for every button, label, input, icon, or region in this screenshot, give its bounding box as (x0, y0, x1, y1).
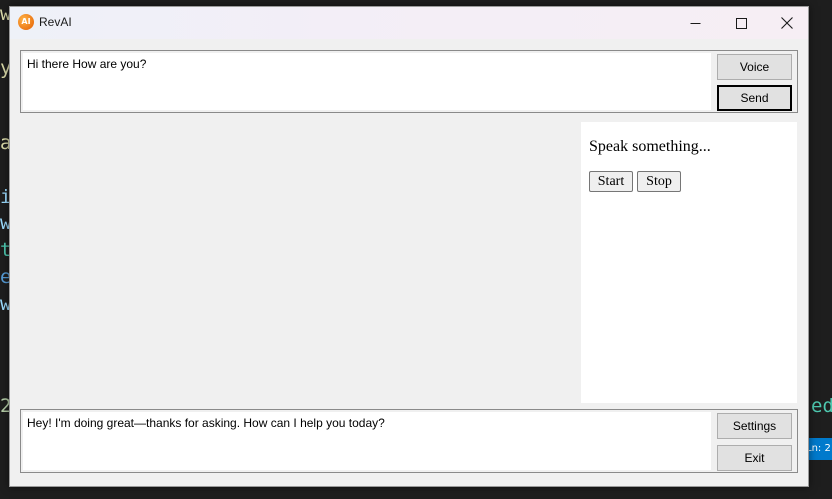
message-input[interactable]: Hi there How are you? (23, 53, 711, 110)
send-button[interactable]: Send (717, 85, 792, 111)
bg-fragment: edB (811, 395, 832, 417)
minimize-icon (690, 18, 701, 29)
stop-button[interactable]: Stop (637, 171, 681, 192)
minimize-button[interactable] (672, 7, 718, 39)
response-output[interactable]: Hey! I'm doing great—thanks for asking. … (23, 412, 711, 470)
app-window: AI RevAI Hi there How are you? Voice Sen… (9, 6, 809, 487)
close-button[interactable] (764, 7, 810, 39)
window-title: RevAI (39, 15, 72, 29)
maximize-icon (735, 17, 747, 29)
response-frame: Hey! I'm doing great—thanks for asking. … (20, 409, 798, 473)
title-bar[interactable]: AI RevAI (10, 7, 808, 39)
app-logo-icon: AI (18, 14, 34, 30)
maximize-button[interactable] (718, 7, 764, 39)
voice-button[interactable]: Voice (717, 54, 792, 80)
input-frame: Hi there How are you? Voice Send (20, 50, 798, 113)
speech-panel: Speak something... Start Stop (581, 122, 797, 403)
settings-button[interactable]: Settings (717, 413, 792, 439)
chat-area (20, 122, 578, 403)
exit-button[interactable]: Exit (717, 445, 792, 471)
speech-prompt: Speak something... (589, 138, 711, 155)
start-button[interactable]: Start (589, 171, 633, 192)
close-icon (781, 17, 793, 29)
